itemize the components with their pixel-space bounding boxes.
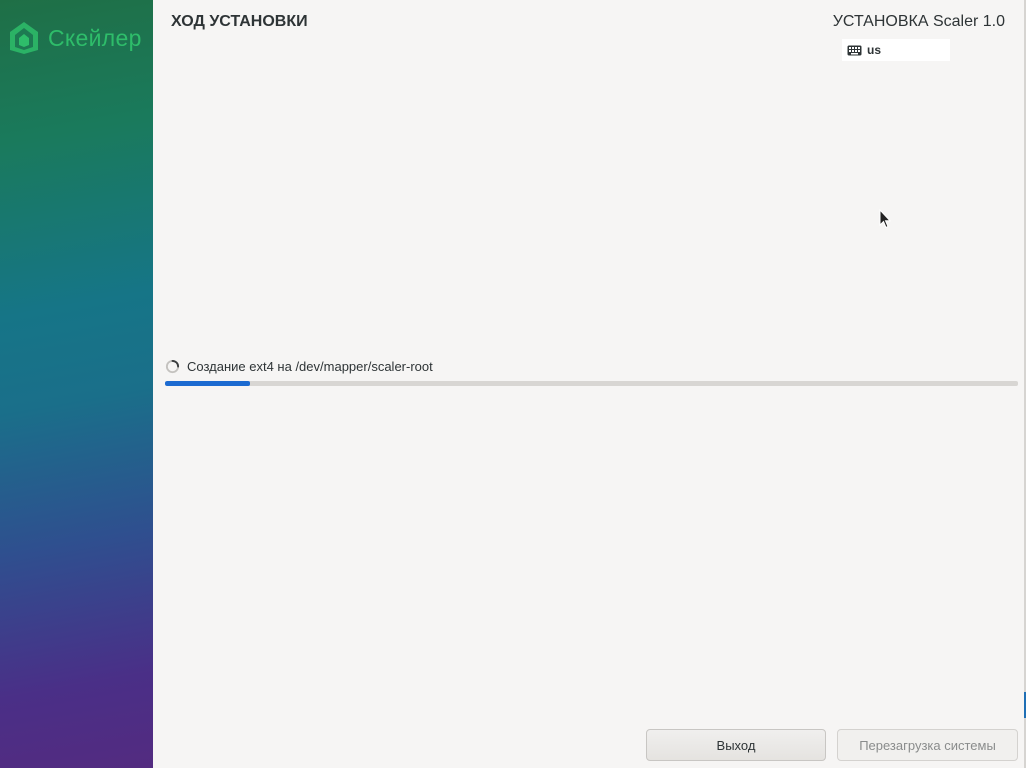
progress-bar xyxy=(165,381,1018,386)
page-title: ХОД УСТАНОВКИ xyxy=(171,13,308,30)
reboot-button[interactable]: Перезагрузка системы xyxy=(837,729,1018,761)
progress-bar-fill xyxy=(165,381,251,386)
mouse-cursor-icon xyxy=(879,209,891,229)
spinner-icon xyxy=(165,359,180,374)
scaler-logo-icon xyxy=(10,22,38,54)
brand-name: Скейлер xyxy=(48,24,142,51)
sidebar: Скейлер xyxy=(0,0,153,768)
product-title: УСТАНОВКА Scaler 1.0 xyxy=(832,13,1005,30)
keyboard-icon xyxy=(847,45,862,55)
keyboard-layout-indicator[interactable]: us xyxy=(842,39,950,61)
progress-status-text: Создание ext4 на /dev/mapper/scaler-root xyxy=(187,359,433,374)
progress-status: Создание ext4 на /dev/mapper/scaler-root xyxy=(165,359,433,374)
brand: Скейлер xyxy=(8,20,142,56)
quit-button[interactable]: Выход xyxy=(646,729,826,761)
keyboard-layout-label: us xyxy=(867,43,882,57)
main-content: ХОД УСТАНОВКИ УСТАНОВКА Scaler 1.0 us Со… xyxy=(153,0,1024,768)
